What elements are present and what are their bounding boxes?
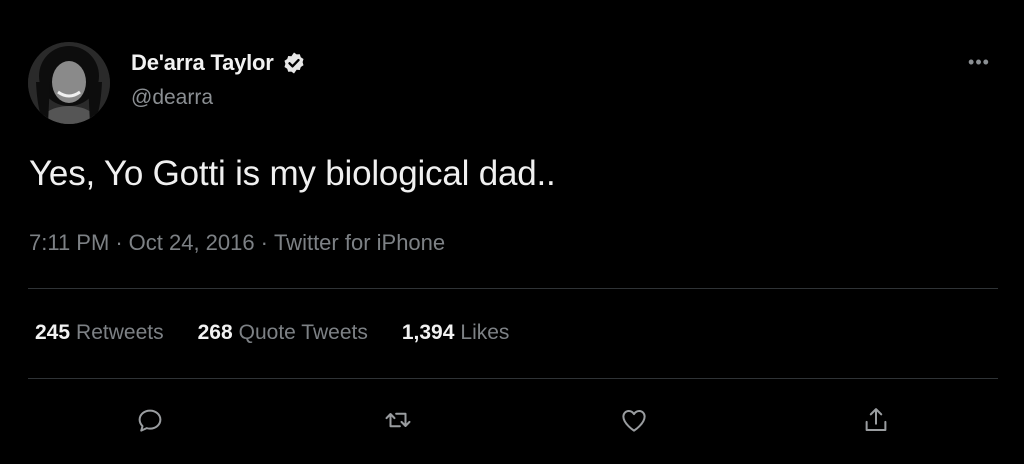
share-button[interactable] — [856, 400, 896, 440]
author-handle[interactable]: @dearra — [131, 86, 213, 110]
retweets-label: Retweets — [76, 321, 164, 344]
quote-tweets-label: Quote Tweets — [238, 321, 368, 344]
verified-badge-icon — [282, 51, 306, 75]
tweet-date[interactable]: Oct 24, 2016 — [129, 230, 255, 256]
quote-tweets-count: 268 — [197, 321, 233, 344]
likes-stat[interactable]: 1,394 Likes — [402, 321, 510, 345]
retweet-button[interactable] — [378, 400, 418, 440]
tweet-time[interactable]: 7:11 PM — [29, 230, 109, 256]
reply-icon — [138, 409, 162, 432]
tweet-source[interactable]: Twitter for iPhone — [274, 230, 445, 256]
retweet-icon — [385, 412, 411, 428]
divider — [28, 288, 998, 289]
tweet-stats: 245 Retweets 268 Quote Tweets 1,394 Likes — [35, 321, 509, 345]
avatar[interactable] — [28, 42, 110, 124]
author-display-name[interactable]: De'arra Taylor — [131, 50, 274, 76]
divider — [28, 378, 998, 379]
retweets-count: 245 — [35, 321, 71, 344]
like-icon — [622, 410, 646, 432]
like-button[interactable] — [614, 400, 654, 440]
share-icon — [865, 408, 887, 431]
meta-separator: · — [260, 230, 268, 255]
meta-separator: · — [115, 230, 123, 255]
retweets-stat[interactable]: 245 Retweets — [35, 321, 164, 345]
likes-count: 1,394 — [401, 321, 455, 344]
author-name-row[interactable]: De'arra Taylor — [131, 50, 306, 76]
reply-button[interactable] — [130, 400, 170, 440]
more-options-icon[interactable]: ••• — [962, 52, 996, 72]
quote-tweets-stat[interactable]: 268 Quote Tweets — [198, 321, 368, 345]
tweet-meta: 7:11 PM · Oct 24, 2016 · Twitter for iPh… — [29, 230, 445, 256]
likes-label: Likes — [460, 321, 510, 344]
tweet-text: Yes, Yo Gotti is my biological dad.. — [29, 154, 556, 193]
tweet-card: De'arra Taylor @dearra ••• Yes, Yo Gotti… — [0, 0, 1024, 464]
action-bar — [0, 400, 1024, 444]
